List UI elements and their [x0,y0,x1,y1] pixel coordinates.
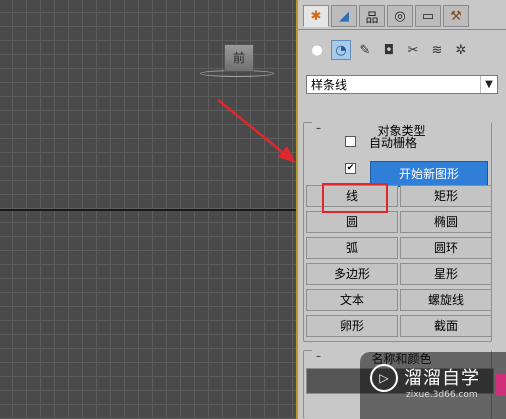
circle-button[interactable]: 圆 [306,211,398,233]
lights-icon[interactable]: ✎ [355,40,375,60]
category-value: 样条线 [311,78,348,92]
donut-button[interactable]: 圆环 [400,237,492,259]
geometry-icon[interactable]: ● [307,40,327,60]
rollout-header[interactable]: – 对象类型 [312,121,491,138]
utilities-tab-icon[interactable]: ⚒ [443,5,469,27]
color-swatch[interactable] [496,374,506,396]
viewcube[interactable]: 前 [224,44,254,72]
text-button[interactable]: 文本 [306,289,398,311]
space-warps-icon[interactable]: ≋ [427,40,447,60]
hierarchy-tab-icon[interactable]: 品 [359,5,385,27]
watermark: ▷ 溜溜自学 zixue.3d66.com [360,352,506,419]
ngon-button[interactable]: 多边形 [306,263,398,285]
chevron-down-icon[interactable]: ▼ [480,76,497,93]
ellipse-button[interactable]: 椭圆 [400,211,492,233]
systems-icon[interactable]: ✲ [451,40,471,60]
rectangle-button[interactable]: 矩形 [400,185,492,207]
motion-tab-icon[interactable]: ◎ [387,5,413,27]
annotation-highlight-box [322,183,388,213]
category-dropdown[interactable]: 样条线 ▼ [306,75,498,94]
arc-button[interactable]: 弧 [306,237,398,259]
auto-grid-label: 自动栅格 [369,136,418,150]
auto-grid-checkbox[interactable] [345,136,356,147]
egg-button[interactable]: 卵形 [306,315,398,337]
start-new-shape-checkbox[interactable]: ✔ [345,163,356,174]
display-tab-icon[interactable]: ▭ [415,5,441,27]
cameras-icon[interactable]: ◘ [379,40,399,60]
horizon-axis-line [0,209,296,211]
shapes-icon[interactable]: ◔ [331,40,351,60]
watermark-url: zixue.3d66.com [406,390,478,400]
create-category-icons: ● ◔ ✎ ◘ ✂ ≋ ✲ [307,40,471,60]
command-panel-tabs: ✱ ◢ 品 ◎ ▭ ⚒ [303,5,469,29]
viewport[interactable]: 前 [0,0,296,419]
section-button[interactable]: 截面 [400,315,492,337]
tab-separator [298,29,506,30]
object-type-rollout: – 对象类型 自动栅格 ✔ 开始新图形 线 矩形 圆 椭圆 弧 圆环 多边形 星… [303,121,492,342]
helpers-icon[interactable]: ✂ [403,40,423,60]
create-tab-icon[interactable]: ✱ [303,5,329,27]
play-icon: ▷ [370,364,398,392]
modify-tab-icon[interactable]: ◢ [331,5,357,27]
helix-button[interactable]: 螺旋线 [400,289,492,311]
watermark-title: 溜溜自学 [404,368,480,389]
star-button[interactable]: 星形 [400,263,492,285]
